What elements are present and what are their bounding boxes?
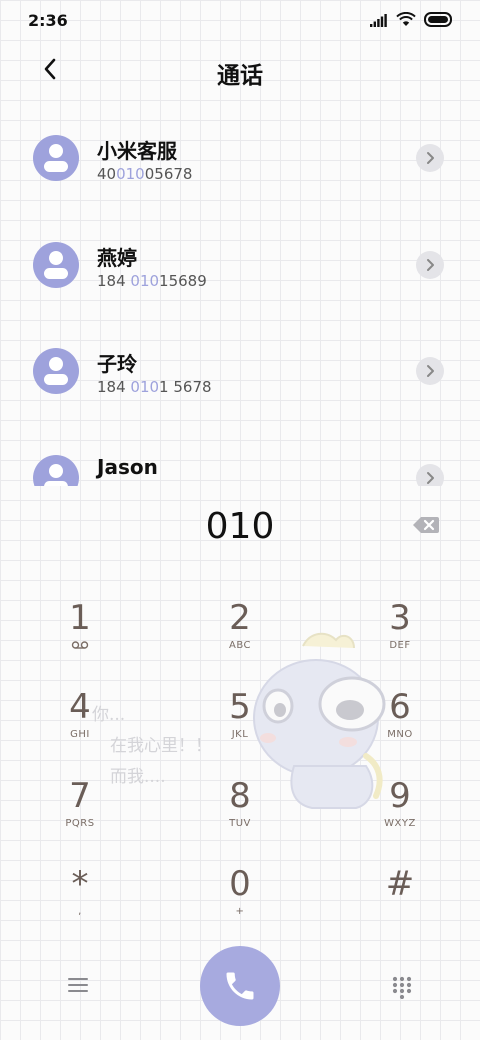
menu-icon <box>68 978 88 992</box>
contact-item[interactable]: 子玲 184 0101 5678 <box>0 321 480 411</box>
contact-detail-button[interactable] <box>416 357 444 385</box>
contact-list: 小米客服 4001005678 燕婷 184 01015689 子玲 184 0… <box>0 108 480 486</box>
contact-name: 小米客服 <box>97 139 177 163</box>
key-0[interactable]: 0 + <box>180 862 300 942</box>
key-4[interactable]: 4 GHI <box>20 685 140 765</box>
key-1[interactable]: 1 <box>20 596 140 676</box>
voicemail-icon <box>20 640 140 654</box>
key-digit: 1 <box>69 598 91 638</box>
backspace-button[interactable] <box>412 515 440 539</box>
key-digit: 9 <box>389 776 411 816</box>
dialed-number: 010 <box>205 506 275 547</box>
key-digit: 8 <box>229 776 251 816</box>
key-digit: # <box>385 864 415 904</box>
avatar <box>33 348 79 394</box>
key-letters: ABC <box>228 640 251 651</box>
contact-detail-button[interactable] <box>416 144 444 172</box>
key-letters: GHI <box>70 729 90 740</box>
key-letters: WXYZ <box>384 818 416 829</box>
dialpad-icon <box>392 976 412 1000</box>
contact-number: 4001005678 <box>97 165 193 183</box>
key-7[interactable]: 7 PQRS <box>20 774 140 854</box>
key-letters: TUV <box>229 818 251 829</box>
backspace-icon <box>413 517 439 533</box>
key-2[interactable]: 2 ABC <box>180 596 300 676</box>
avatar <box>33 135 79 181</box>
chevron-right-icon <box>427 472 434 484</box>
contact-number: 184 0101 5678 <box>97 378 212 396</box>
contact-number: 184 01015689 <box>97 272 207 290</box>
chevron-right-icon <box>427 365 434 377</box>
status-bar: 2:36 <box>0 0 480 40</box>
header: 通话 <box>0 40 480 100</box>
key-8[interactable]: 8 TUV <box>180 774 300 854</box>
status-icons <box>370 11 454 31</box>
key-letters: MNO <box>387 729 413 740</box>
contact-detail-button[interactable] <box>416 464 444 486</box>
key-letters: DEF <box>389 640 411 651</box>
phone-icon <box>226 972 254 1000</box>
call-button[interactable] <box>200 946 280 1026</box>
contact-item[interactable]: 燕婷 184 01015689 <box>0 215 480 305</box>
key-letters <box>340 906 460 920</box>
key-9[interactable]: 9 WXYZ <box>340 774 460 854</box>
key-digit: 4 <box>69 687 91 727</box>
keypad-toggle-button[interactable] <box>391 975 413 1003</box>
key-6[interactable]: 6 MNO <box>340 685 460 765</box>
key-digit: * <box>71 864 89 904</box>
signal-icon <box>370 12 388 31</box>
key-hash[interactable]: # <box>340 862 460 942</box>
contact-item[interactable]: Jason <box>0 428 480 486</box>
key-digit: 0 <box>229 864 251 904</box>
battery-icon <box>424 12 454 31</box>
key-star[interactable]: * , <box>20 862 140 942</box>
chevron-right-icon <box>427 152 434 164</box>
key-5[interactable]: 5 JKL <box>180 685 300 765</box>
avatar <box>33 242 79 288</box>
key-letters: + <box>235 906 245 917</box>
avatar <box>33 455 79 486</box>
wifi-icon <box>396 11 416 31</box>
key-letters: , <box>78 906 82 917</box>
key-letters: JKL <box>231 729 249 740</box>
page-title: 通话 <box>217 63 263 89</box>
key-digit: 6 <box>389 687 411 727</box>
menu-button[interactable] <box>66 975 90 999</box>
key-digit: 7 <box>69 776 91 816</box>
contact-name: 燕婷 <box>97 246 137 270</box>
key-digit: 3 <box>389 598 411 638</box>
contact-item[interactable]: 小米客服 4001005678 <box>0 108 480 198</box>
key-3[interactable]: 3 DEF <box>340 596 460 676</box>
key-digit: 2 <box>229 598 251 638</box>
contact-name: Jason <box>97 455 158 479</box>
chevron-right-icon <box>427 259 434 271</box>
status-time: 2:36 <box>28 11 68 30</box>
contact-detail-button[interactable] <box>416 251 444 279</box>
key-letters: PQRS <box>65 818 95 829</box>
contact-name: 子玲 <box>97 352 137 376</box>
key-digit: 5 <box>229 687 251 727</box>
